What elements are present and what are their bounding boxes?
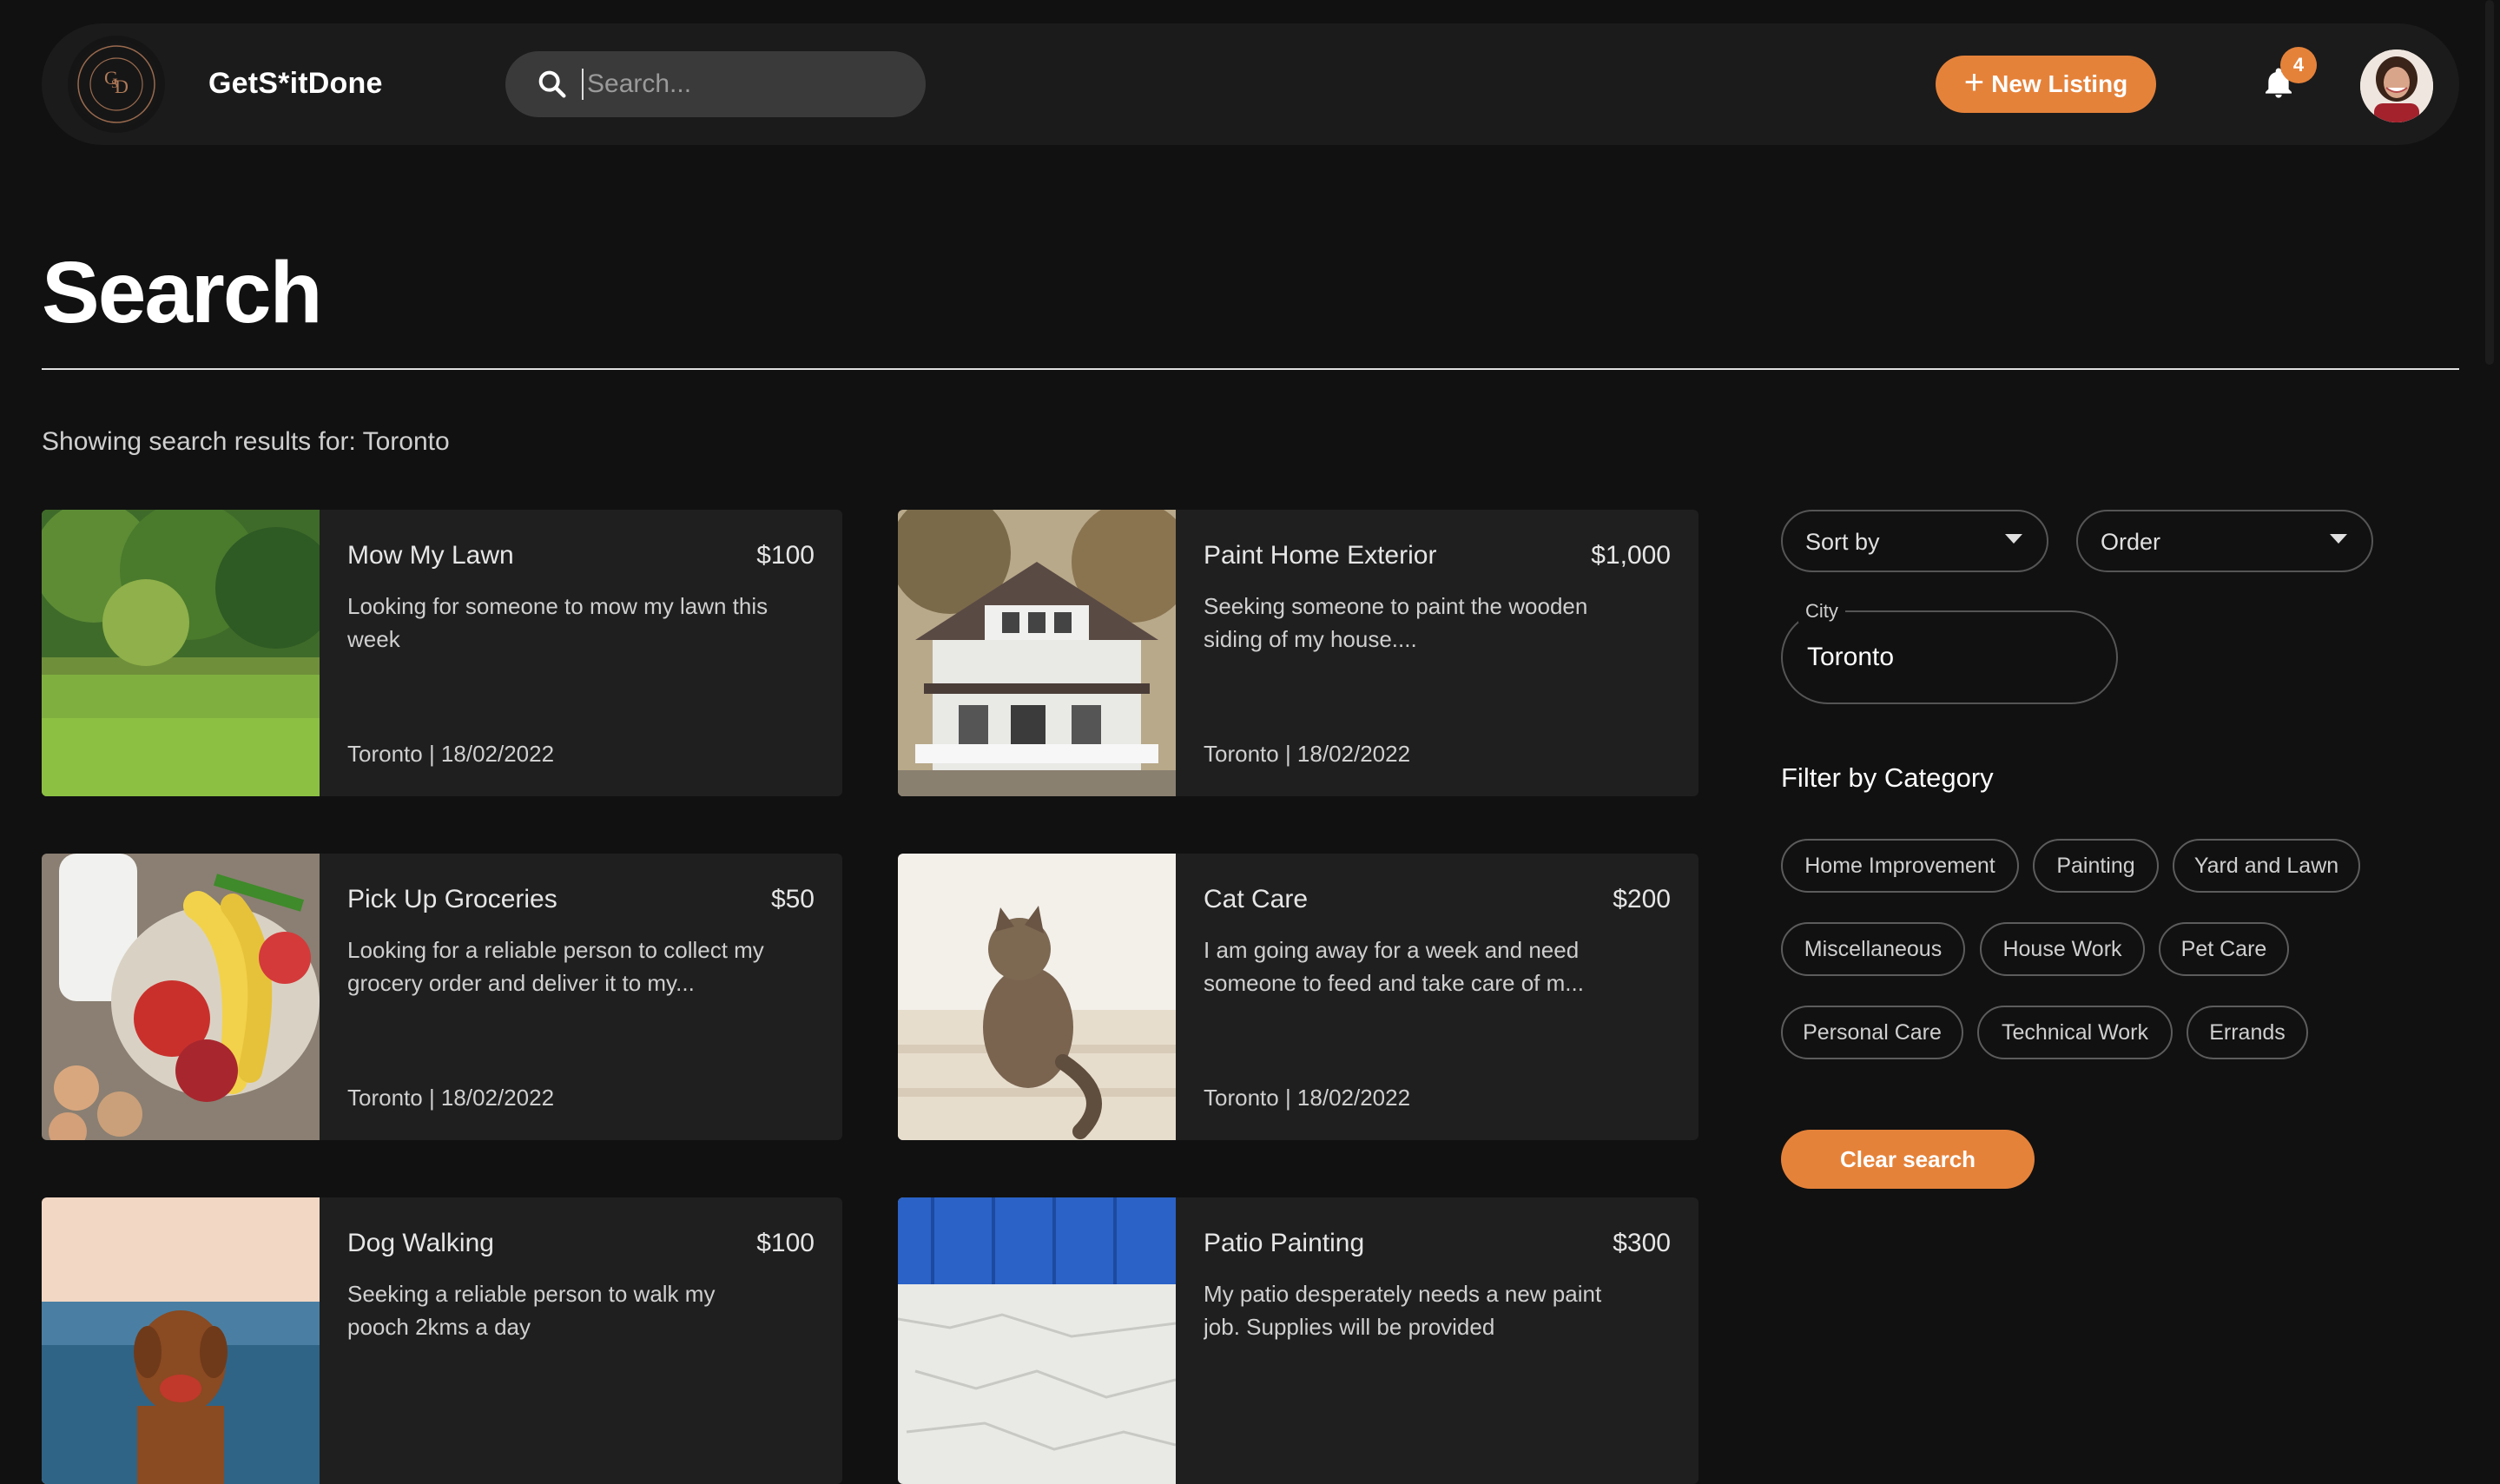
page-title: Search — [42, 244, 323, 341]
sort-by-label: Sort by — [1805, 529, 1880, 555]
logo-emblem-icon: G D S — [73, 41, 160, 128]
category-chip[interactable]: Pet Care — [2159, 922, 2289, 976]
search-icon — [535, 67, 570, 102]
notification-count-badge: 4 — [2280, 47, 2317, 83]
listing-price: $200 — [1613, 885, 1671, 913]
listing-image-cat — [898, 854, 1176, 1140]
listing-image-house — [898, 510, 1176, 796]
listing-price: $1,000 — [1591, 541, 1671, 570]
category-chip[interactable]: Technical Work — [1977, 1006, 2173, 1059]
listing-card[interactable]: Cat Care $200 I am going away for a week… — [898, 854, 1699, 1140]
listing-price: $100 — [756, 541, 815, 570]
listing-description: Seeking a reliable person to walk my poo… — [347, 1281, 716, 1340]
brand-name[interactable]: GetS*itDone — [208, 67, 383, 101]
city-field-label: City — [1798, 600, 1845, 623]
user-avatar[interactable] — [2360, 49, 2433, 122]
listing-card[interactable]: Mow My Lawn $100 Looking for someone to … — [42, 510, 842, 796]
listing-description: Looking for a reliable person to collect… — [347, 937, 764, 996]
page-scrollbar[interactable] — [2485, 0, 2494, 365]
category-chip[interactable]: Errands — [2187, 1006, 2308, 1059]
plus-icon: + — [1963, 63, 1985, 102]
listing-description: I am going away for a week and need some… — [1204, 937, 1584, 996]
order-label: Order — [2101, 529, 2161, 555]
listing-image-dog — [42, 1197, 320, 1484]
listing-title: Patio Painting — [1204, 1229, 1365, 1257]
sort-by-select[interactable]: Sort by — [1781, 510, 2048, 572]
listing-card[interactable]: Dog Walking $100 Seeking a reliable pers… — [42, 1197, 842, 1484]
results-summary: Showing search results for: Toronto — [42, 427, 450, 456]
new-listing-label: New Listing — [1991, 70, 2128, 97]
title-divider — [42, 368, 2459, 370]
brand-logo[interactable]: G D S — [68, 36, 165, 133]
listing-title: Dog Walking — [347, 1229, 494, 1257]
listing-card[interactable]: Pick Up Groceries $50 Looking for a reli… — [42, 854, 842, 1140]
listing-title: Pick Up Groceries — [347, 885, 557, 913]
listing-location-date: Toronto | 18/02/2022 — [347, 741, 555, 767]
listing-title: Cat Care — [1204, 885, 1309, 913]
listing-price: $300 — [1613, 1229, 1671, 1257]
search-bar[interactable] — [505, 51, 926, 117]
listing-image-lawn — [42, 510, 320, 796]
listing-location-date: Toronto | 18/02/2022 — [1204, 1085, 1411, 1111]
category-chip[interactable]: Miscellaneous — [1781, 922, 1965, 976]
category-chip[interactable]: Home Improvement — [1781, 839, 2019, 893]
listing-description: Looking for someone to mow my lawn this … — [347, 593, 768, 652]
listing-title: Paint Home Exterior — [1204, 541, 1437, 570]
category-chip[interactable]: Yard and Lawn — [2173, 839, 2360, 893]
listing-location-date: Toronto | 18/02/2022 — [347, 1085, 555, 1111]
listing-description: Seeking someone to paint the wooden sidi… — [1204, 593, 1588, 652]
clear-search-button[interactable]: Clear search — [1781, 1130, 2035, 1189]
listing-card[interactable]: Patio Painting $300 My patio desperately… — [898, 1197, 1699, 1484]
category-filter-heading: Filter by Category — [1781, 762, 1994, 793]
chevron-down-icon — [2005, 534, 2022, 544]
listing-title: Mow My Lawn — [347, 541, 514, 570]
category-chip[interactable]: Painting — [2033, 839, 2159, 893]
category-chip[interactable]: House Work — [1980, 922, 2145, 976]
listing-card[interactable]: Paint Home Exterior $1,000 Seeking someo… — [898, 510, 1699, 796]
order-select[interactable]: Order — [2076, 510, 2373, 572]
listing-price: $100 — [756, 1229, 815, 1257]
city-field[interactable]: City — [1781, 600, 2118, 704]
chevron-down-icon — [2330, 534, 2347, 544]
listing-image-groceries — [42, 854, 320, 1140]
listing-price: $50 — [770, 885, 815, 913]
app-header: G D S GetS*itDone + New Listing — [42, 23, 2459, 145]
new-listing-button[interactable]: + New Listing — [1936, 56, 2156, 113]
category-chip[interactable]: Personal Care — [1781, 1006, 1963, 1059]
listing-image-patio — [898, 1197, 1176, 1484]
listing-location-date: Toronto | 18/02/2022 — [1204, 741, 1411, 767]
search-input[interactable] — [582, 69, 901, 100]
city-input[interactable] — [1805, 642, 2087, 673]
svg-text:S: S — [111, 78, 118, 91]
listing-description: My patio desperately needs a new paint j… — [1204, 1281, 1602, 1340]
